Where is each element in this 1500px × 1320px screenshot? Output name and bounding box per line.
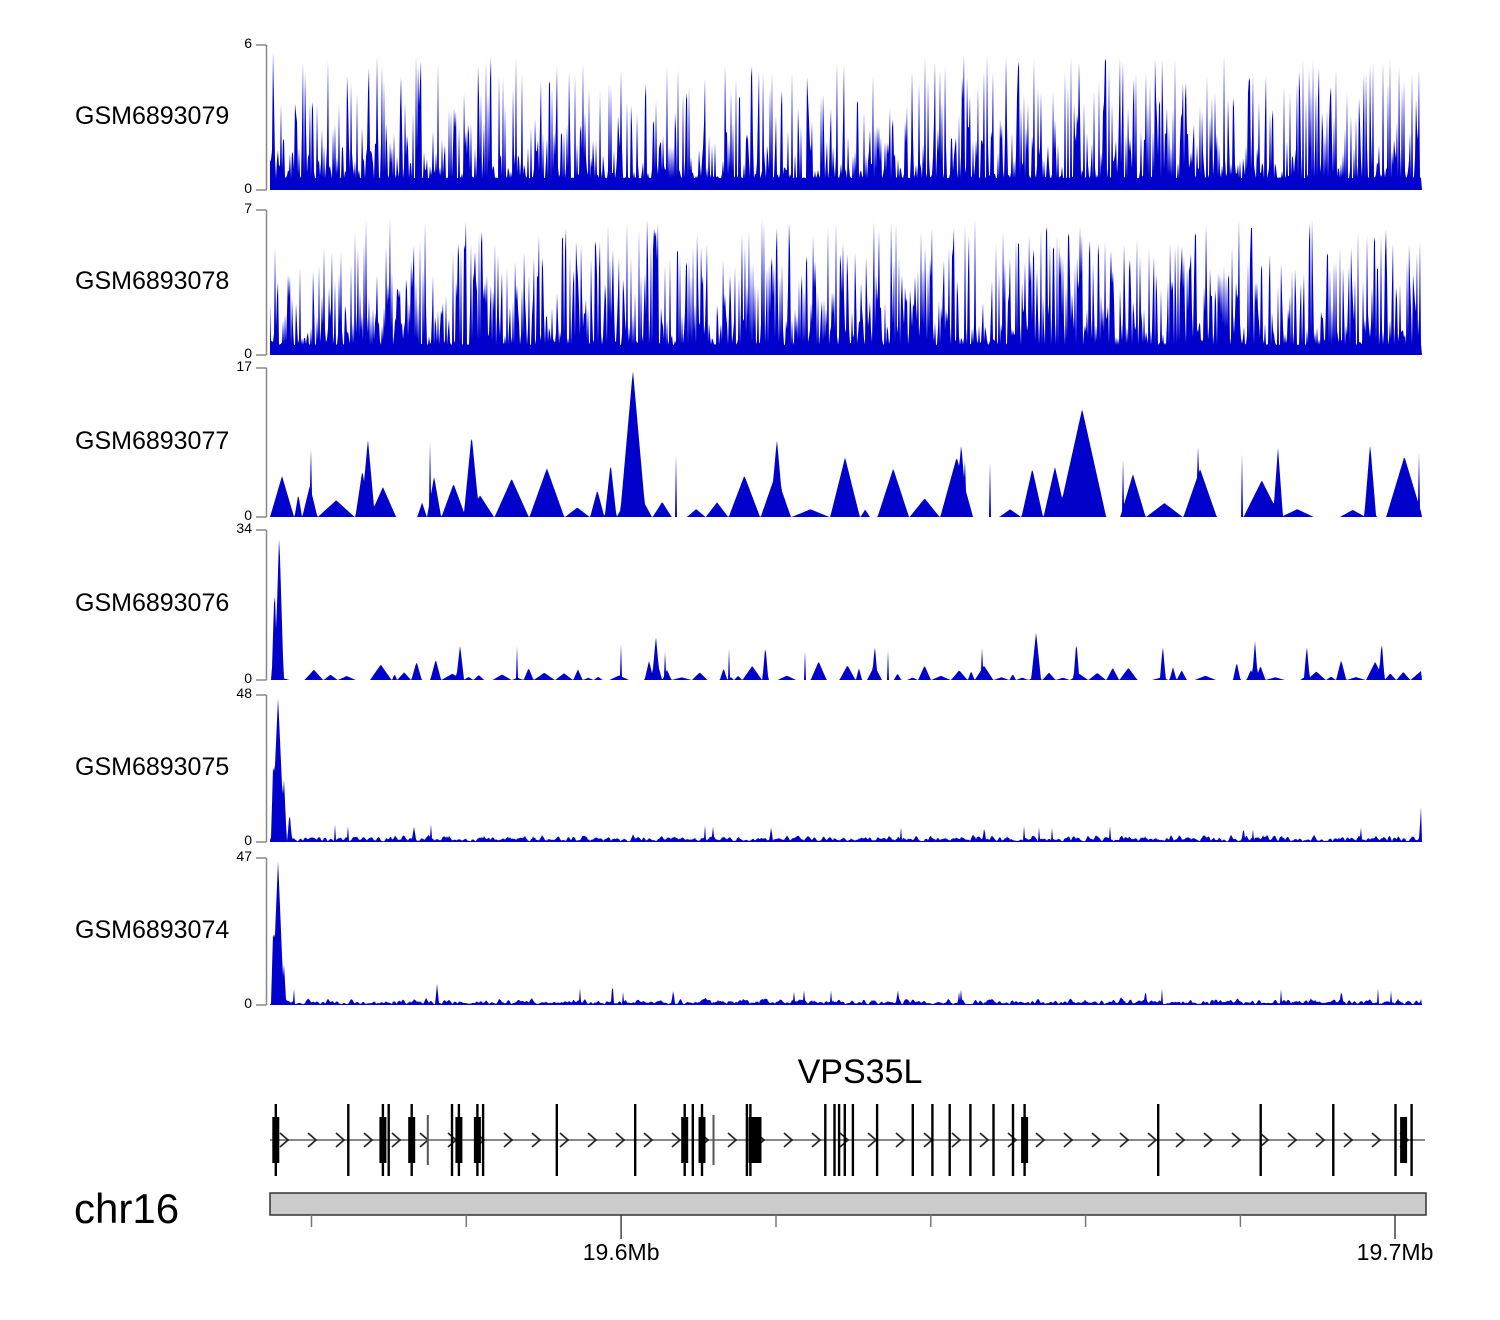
exon-line — [1260, 1104, 1262, 1176]
exon-line — [949, 1104, 951, 1176]
track-label: GSM6893075 — [75, 754, 229, 782]
track-ymax-label: 17 — [204, 359, 252, 374]
exon-line — [931, 1104, 933, 1176]
exon-box — [408, 1117, 415, 1163]
exon-line — [1410, 1104, 1412, 1176]
track-label: GSM6893074 — [75, 917, 229, 945]
exon-line — [347, 1104, 349, 1176]
exon-box — [455, 1117, 462, 1163]
signal-area — [270, 539, 1422, 680]
plot-canvas — [0, 0, 1500, 1320]
track-label: GSM6893077 — [75, 428, 229, 456]
axis-tick-label: 19.6Mb — [561, 1240, 681, 1265]
y-axis — [256, 45, 267, 190]
exon-line — [838, 1104, 840, 1176]
y-axis — [256, 368, 267, 517]
exon-line — [1394, 1104, 1396, 1176]
track-ymax-label: 48 — [204, 686, 252, 701]
signal-area — [270, 219, 1422, 355]
exon-line — [634, 1104, 636, 1176]
exon-box — [1400, 1117, 1407, 1163]
exon-line — [969, 1104, 971, 1176]
exon-line — [1012, 1104, 1014, 1176]
exon-line-dim — [713, 1115, 715, 1165]
exon-line — [852, 1104, 854, 1176]
exon-line — [912, 1104, 914, 1176]
exon-line — [556, 1104, 558, 1176]
y-axis — [256, 530, 267, 680]
genome-coverage-browser: VPS35L chr16 GSM6893079 6 0 GSM6893078 7 0 GSM… — [0, 0, 1500, 1320]
track-ymax-label: 34 — [204, 521, 252, 536]
exon-line-dim — [427, 1115, 429, 1165]
track-ymax-label: 47 — [204, 849, 252, 864]
exon-line — [824, 1104, 826, 1176]
exon-line — [1157, 1104, 1159, 1176]
exon-line — [692, 1104, 694, 1176]
exon-box — [681, 1117, 688, 1163]
y-axis — [256, 210, 267, 355]
y-axis — [256, 858, 267, 1005]
exon-box — [474, 1117, 481, 1163]
exon-box — [272, 1117, 279, 1163]
track-label: GSM6893078 — [75, 268, 229, 296]
exon-line — [451, 1104, 453, 1176]
exon-box — [1021, 1117, 1028, 1163]
track-ymax-label: 7 — [204, 201, 252, 216]
chromosome-ideogram — [270, 1193, 1426, 1215]
exon-box-wide — [749, 1117, 762, 1163]
track-label: GSM6893076 — [75, 590, 229, 618]
track-ymin-label: 0 — [204, 181, 252, 196]
exon-box — [379, 1117, 386, 1163]
exon-line — [1332, 1104, 1334, 1176]
signal-area — [270, 698, 1422, 842]
exon-line — [746, 1104, 748, 1176]
exon-line — [833, 1104, 835, 1176]
exon-line — [992, 1104, 994, 1176]
gene-name-label: VPS35L — [798, 1054, 923, 1091]
exon-line — [844, 1104, 846, 1176]
signal-area — [270, 52, 1422, 190]
axis-tick-label: 19.7Mb — [1335, 1240, 1455, 1265]
signal-area — [270, 371, 1422, 517]
exon-line — [388, 1104, 390, 1176]
track-label: GSM6893079 — [75, 103, 229, 131]
exon-line — [482, 1104, 484, 1176]
signal-area — [270, 862, 1422, 1006]
exon-box — [699, 1117, 706, 1163]
track-ymin-label: 0 — [204, 833, 252, 848]
y-axis — [256, 695, 267, 842]
exon-line — [876, 1104, 878, 1176]
track-ymin-label: 0 — [204, 996, 252, 1011]
chromosome-label: chr16 — [74, 1186, 179, 1232]
track-ymax-label: 6 — [204, 36, 252, 51]
